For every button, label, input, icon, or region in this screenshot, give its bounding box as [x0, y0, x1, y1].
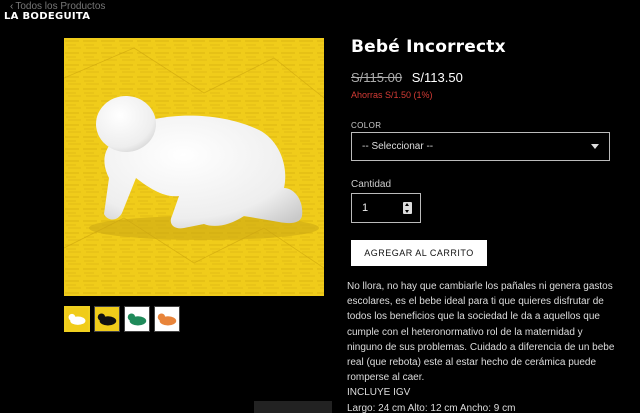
dimensions-text: Largo: 24 cm Alto: 12 cm Ancho: 9 cm — [347, 402, 516, 413]
quantity-value: 1 — [362, 202, 369, 214]
color-select-value: -- Seleccionar -- — [362, 141, 434, 152]
quantity-input[interactable]: 1 — [351, 193, 421, 223]
sale-price: S/113.50 — [411, 70, 463, 85]
thumbnail-orange-on-white[interactable] — [154, 306, 180, 332]
color-select[interactable]: -- Seleccionar -- — [351, 132, 610, 161]
price-row: S/115.00 S/113.50 — [351, 70, 463, 85]
thumbnail-green-on-white[interactable] — [124, 306, 150, 332]
thumbnail-black-on-yellow[interactable] — [94, 306, 120, 332]
savings-text: Ahorras S/1.50 (1%) — [351, 90, 433, 100]
thumbnail-image — [95, 307, 119, 331]
thumbnail-image — [125, 307, 149, 331]
baby-figurine-image — [64, 38, 324, 296]
store-logo[interactable]: LA BODEGUITA — [4, 11, 90, 22]
thumbnail-strip — [64, 306, 180, 332]
bottom-bar — [254, 401, 332, 413]
igv-note: INCLUYE IGV — [347, 387, 411, 399]
thumbnail-white-on-yellow[interactable] — [64, 306, 90, 332]
product-description: No llora, no hay que cambiarle los pañal… — [347, 279, 619, 413]
product-title: Bebé Incorrectx — [351, 37, 506, 57]
quantity-stepper-icon[interactable] — [403, 202, 412, 214]
original-price: S/115.00 — [351, 70, 403, 85]
chevron-down-icon — [591, 144, 599, 149]
color-label: COLOR — [351, 121, 382, 130]
description-text: No llora, no hay que cambiarle los pañal… — [347, 281, 615, 384]
add-to-cart-button[interactable]: AGREGAR AL CARRITO — [351, 240, 487, 266]
quantity-label: Cantidad — [351, 179, 392, 190]
thumbnail-image — [66, 308, 88, 330]
product-main-image[interactable] — [64, 38, 324, 296]
thumbnail-image — [155, 307, 179, 331]
